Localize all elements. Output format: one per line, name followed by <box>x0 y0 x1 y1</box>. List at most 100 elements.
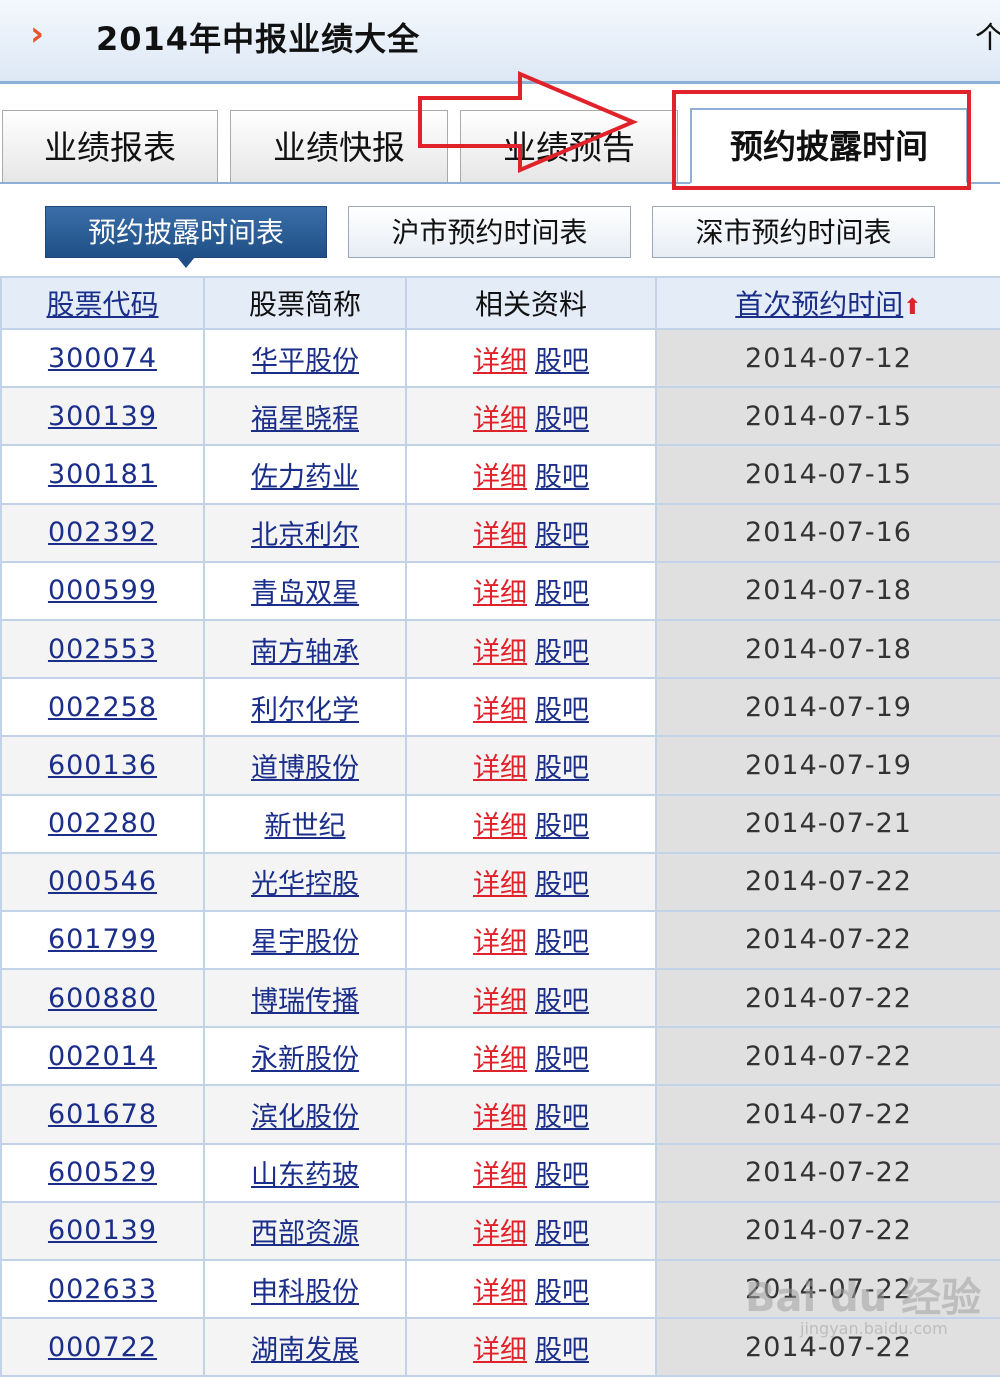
detail-link[interactable]: 详细 <box>473 869 527 900</box>
stock-name-link[interactable]: 博瑞传播 <box>251 986 359 1017</box>
subtab-shenzhen-schedule[interactable]: 深市预约时间表 <box>652 206 935 258</box>
table-row: 000546 光华控股 详细 股吧 2014-07-22 <box>0 852 1000 912</box>
detail-link[interactable]: 详细 <box>473 927 527 958</box>
detail-link[interactable]: 详细 <box>473 695 527 726</box>
sort-by-code-link[interactable]: 股票代码 <box>46 288 158 321</box>
stock-forum-link[interactable]: 股吧 <box>535 346 589 377</box>
detail-link[interactable]: 详细 <box>473 1277 527 1308</box>
stock-code-link[interactable]: 000599 <box>48 575 157 606</box>
stock-code-link[interactable]: 002014 <box>48 1041 157 1072</box>
tab-performance-forecast[interactable]: 业绩预告 <box>460 110 678 182</box>
detail-link[interactable]: 详细 <box>473 462 527 493</box>
detail-link[interactable]: 详细 <box>473 1160 527 1191</box>
detail-link[interactable]: 详细 <box>473 1218 527 1249</box>
stock-code-link[interactable]: 000546 <box>48 866 157 897</box>
first-booking-date: 2014-07-22 <box>655 852 1000 912</box>
stock-name-link[interactable]: 新世纪 <box>265 811 346 842</box>
stock-forum-link[interactable]: 股吧 <box>535 1044 589 1075</box>
stock-forum-link[interactable]: 股吧 <box>535 404 589 435</box>
stock-name-link[interactable]: 华平股份 <box>251 346 359 377</box>
stock-code-link[interactable]: 300139 <box>48 401 157 432</box>
stock-code-link[interactable]: 600136 <box>48 750 157 781</box>
detail-link[interactable]: 详细 <box>473 986 527 1017</box>
stock-code-cell: 002280 <box>0 794 205 854</box>
stock-name-link[interactable]: 南方轴承 <box>251 637 359 668</box>
stock-forum-link[interactable]: 股吧 <box>535 695 589 726</box>
stock-name-cell: 南方轴承 <box>203 619 407 680</box>
stock-forum-link[interactable]: 股吧 <box>535 1335 589 1366</box>
stock-forum-link[interactable]: 股吧 <box>535 811 589 842</box>
sort-up-icon[interactable]: ⬆ <box>903 295 921 320</box>
stock-code-link[interactable]: 600880 <box>48 983 157 1014</box>
stock-code-link[interactable]: 300181 <box>48 459 157 490</box>
stock-name-link[interactable]: 光华控股 <box>251 869 359 900</box>
first-booking-date: 2014-07-19 <box>655 678 1000 738</box>
detail-link[interactable]: 详细 <box>473 520 527 551</box>
stock-forum-link[interactable]: 股吧 <box>535 578 589 609</box>
stock-code-link[interactable]: 601678 <box>48 1099 157 1130</box>
tab-performance-express[interactable]: 业绩快报 <box>230 110 448 182</box>
stock-name-link[interactable]: 申科股份 <box>251 1277 359 1308</box>
stock-code-cell: 002392 <box>0 503 205 563</box>
column-header-date[interactable]: 首次预约时间⬆ <box>655 276 1000 330</box>
stock-name-link[interactable]: 滨化股份 <box>251 1102 359 1133</box>
stock-forum-link[interactable]: 股吧 <box>535 520 589 551</box>
subtab-disclosure-schedule-all[interactable]: 预约披露时间表 <box>45 206 327 268</box>
stock-code-link[interactable]: 000722 <box>48 1332 157 1363</box>
stock-code-link[interactable]: 600139 <box>48 1215 157 1246</box>
stock-name-link[interactable]: 永新股份 <box>251 1044 359 1075</box>
stock-forum-link[interactable]: 股吧 <box>535 637 589 668</box>
stock-code-cell: 000599 <box>0 561 205 621</box>
stock-name-link[interactable]: 山东药玻 <box>251 1160 359 1191</box>
stock-forum-link[interactable]: 股吧 <box>535 462 589 493</box>
stock-code-cell: 000546 <box>0 852 205 912</box>
detail-link[interactable]: 详细 <box>473 1335 527 1366</box>
stock-name-link[interactable]: 福星晓程 <box>251 404 359 435</box>
sort-by-date-link[interactable]: 首次预约时间 <box>735 288 903 321</box>
stock-code-link[interactable]: 002392 <box>48 517 157 548</box>
stock-name-link[interactable]: 北京利尔 <box>251 520 359 551</box>
detail-link[interactable]: 详细 <box>473 578 527 609</box>
column-header-code[interactable]: 股票代码 <box>0 276 205 330</box>
first-booking-date: 2014-07-22 <box>655 1027 1000 1087</box>
tab-disclosure-schedule[interactable]: 预约披露时间 <box>690 108 968 184</box>
stock-name-link[interactable]: 利尔化学 <box>251 695 359 726</box>
stock-name-link[interactable]: 佐力药业 <box>251 462 359 493</box>
stock-name-cell: 佐力药业 <box>203 445 407 505</box>
detail-link[interactable]: 详细 <box>473 753 527 784</box>
stock-code-link[interactable]: 002553 <box>48 634 157 665</box>
detail-link[interactable]: 详细 <box>473 404 527 435</box>
detail-link[interactable]: 详细 <box>473 811 527 842</box>
stock-name-link[interactable]: 星宇股份 <box>251 927 359 958</box>
stock-forum-link[interactable]: 股吧 <box>535 927 589 958</box>
stock-name-cell: 湖南发展 <box>203 1318 407 1377</box>
stock-code-link[interactable]: 300074 <box>48 343 157 374</box>
detail-link[interactable]: 详细 <box>473 1102 527 1133</box>
detail-link[interactable]: 详细 <box>473 637 527 668</box>
stock-code-link[interactable]: 002633 <box>48 1274 157 1305</box>
stock-forum-link[interactable]: 股吧 <box>535 869 589 900</box>
stock-name-link[interactable]: 湖南发展 <box>251 1335 359 1366</box>
stock-name-link[interactable]: 西部资源 <box>251 1218 359 1249</box>
stock-code-link[interactable]: 002280 <box>48 808 157 839</box>
stock-code-link[interactable]: 601799 <box>48 924 157 955</box>
subtab-shanghai-schedule[interactable]: 沪市预约时间表 <box>348 206 631 258</box>
first-booking-date: 2014-07-15 <box>655 387 1000 447</box>
table-row: 000722 湖南发展 详细 股吧 2014-07-22 <box>0 1318 1000 1377</box>
stock-forum-link[interactable]: 股吧 <box>535 1160 589 1191</box>
related-links-cell: 详细 股吧 <box>405 736 657 796</box>
tab-performance-report[interactable]: 业绩报表 <box>2 110 218 182</box>
stock-code-link[interactable]: 600529 <box>48 1157 157 1188</box>
stock-forum-link[interactable]: 股吧 <box>535 986 589 1017</box>
stock-forum-link[interactable]: 股吧 <box>535 1102 589 1133</box>
stock-forum-link[interactable]: 股吧 <box>535 1277 589 1308</box>
detail-link[interactable]: 详细 <box>473 346 527 377</box>
stock-forum-link[interactable]: 股吧 <box>535 1218 589 1249</box>
detail-link[interactable]: 详细 <box>473 1044 527 1075</box>
stock-code-link[interactable]: 002258 <box>48 692 157 723</box>
stock-name-link[interactable]: 道博股份 <box>251 753 359 784</box>
table-row: 600139 西部资源 详细 股吧 2014-07-22 <box>0 1201 1000 1262</box>
stock-name-link[interactable]: 青岛双星 <box>251 578 359 609</box>
stock-forum-link[interactable]: 股吧 <box>535 753 589 784</box>
stock-name-cell: 博瑞传播 <box>203 969 407 1029</box>
